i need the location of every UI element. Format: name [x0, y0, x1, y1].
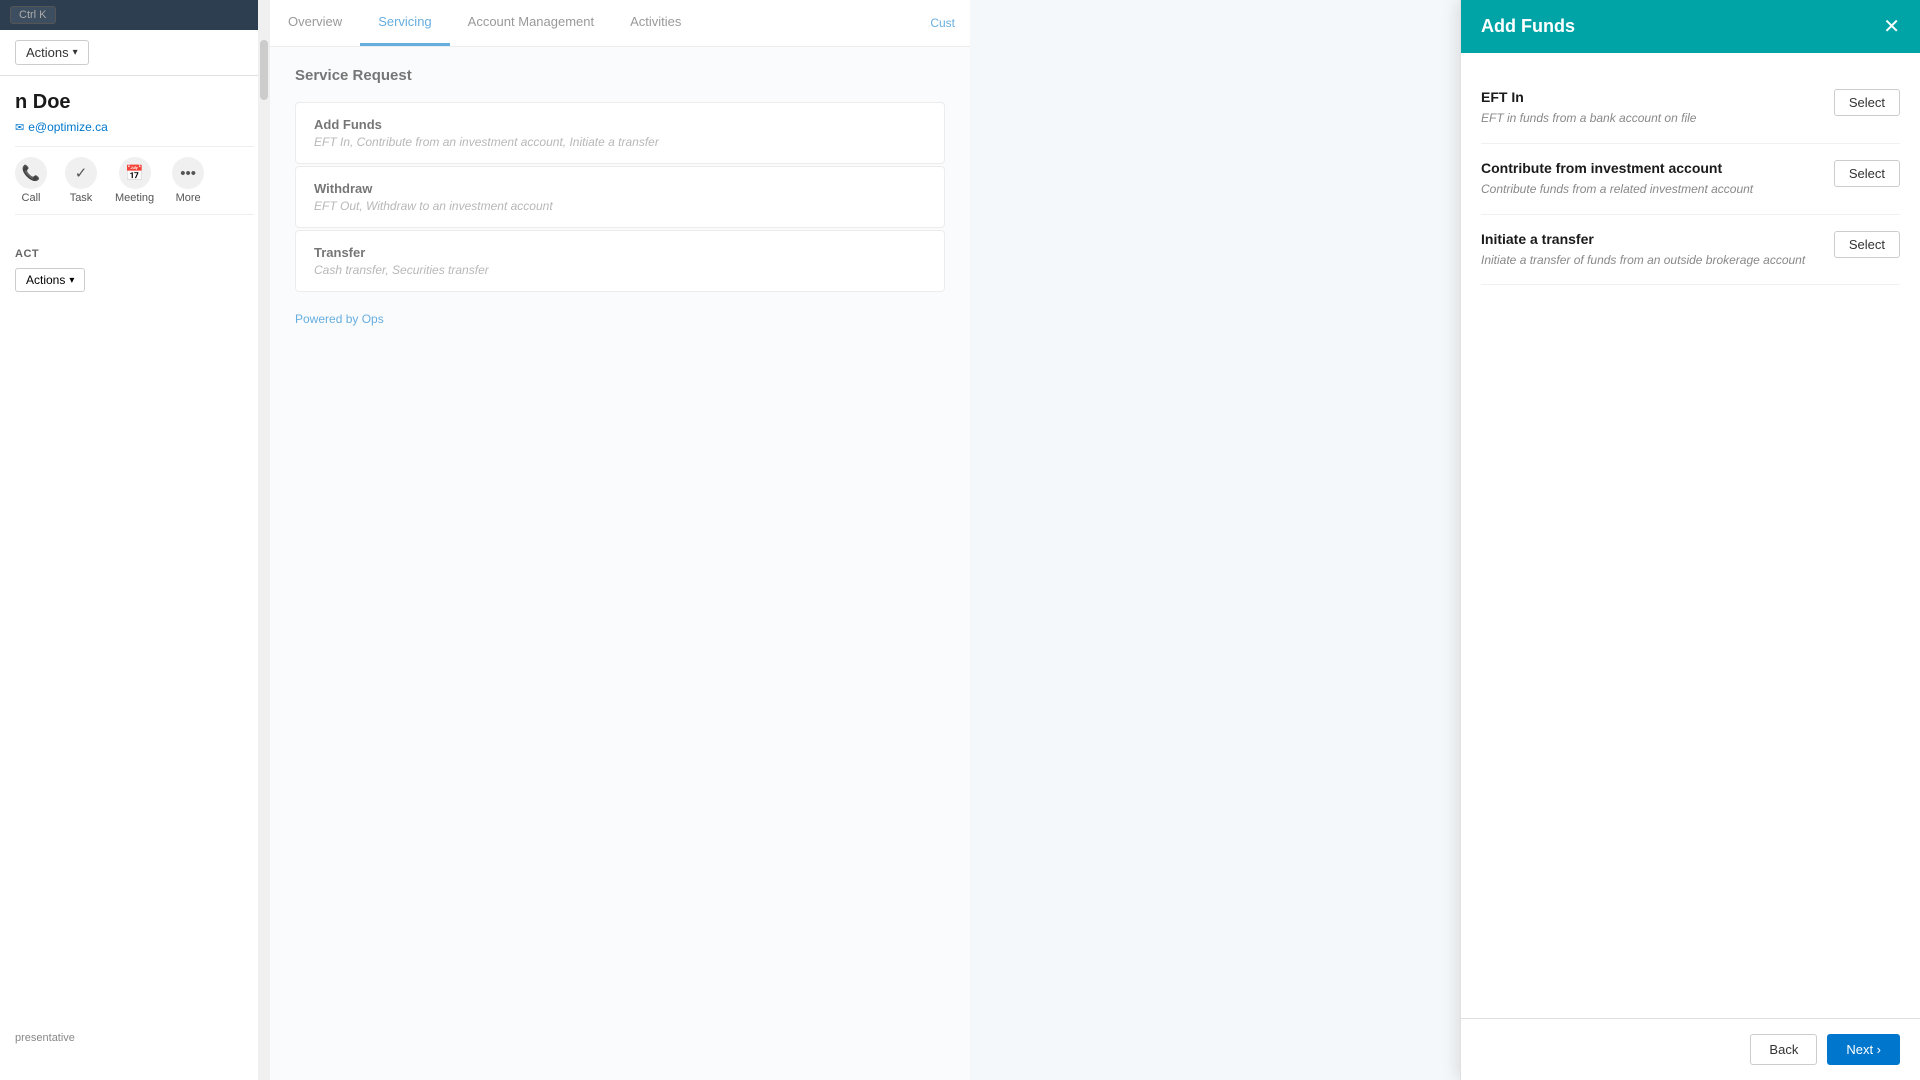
- add-funds-panel: Add Funds ✕ EFT In EFT in funds from a b…: [1460, 0, 1920, 1080]
- actions-row: Actions: [0, 264, 269, 296]
- task-icon: ✓: [65, 157, 97, 189]
- initiate-transfer-select-button[interactable]: Select: [1834, 231, 1900, 258]
- eft-in-info: EFT In EFT in funds from a bank account …: [1481, 89, 1819, 127]
- meeting-action[interactable]: 📅 Meeting: [115, 157, 154, 204]
- add-funds-card[interactable]: Add Funds EFT In, Contribute from an inv…: [295, 102, 945, 164]
- meeting-icon: 📅: [119, 157, 151, 189]
- more-label: More: [176, 192, 201, 204]
- back-button[interactable]: Back: [1750, 1034, 1817, 1065]
- next-button[interactable]: Next ›: [1827, 1034, 1900, 1065]
- contribute-option: Contribute from investment account Contr…: [1481, 144, 1900, 215]
- more-icon: •••: [172, 157, 204, 189]
- contribute-desc: Contribute funds from a related investme…: [1481, 181, 1819, 198]
- transfer-desc: Cash transfer, Securities transfer: [314, 263, 926, 277]
- call-label: Call: [22, 192, 41, 204]
- transfer-card[interactable]: Transfer Cash transfer, Securities trans…: [295, 230, 945, 292]
- initiate-transfer-desc: Initiate a transfer of funds from an out…: [1481, 252, 1819, 269]
- transfer-title: Transfer: [314, 245, 926, 260]
- add-funds-panel-title: Add Funds: [1481, 16, 1575, 37]
- service-request-title: Service Request: [295, 67, 945, 84]
- close-button[interactable]: ✕: [1883, 17, 1900, 37]
- email-icon: ✉: [15, 121, 24, 134]
- more-action[interactable]: ••• More: [172, 157, 204, 204]
- add-funds-panel-footer: Back Next ›: [1461, 1018, 1920, 1080]
- main-content: Overview Servicing Account Management Ac…: [270, 0, 970, 1080]
- call-action[interactable]: 📞 Call: [15, 157, 47, 204]
- add-funds-panel-header: Add Funds ✕: [1461, 0, 1920, 53]
- actions-button[interactable]: Actions: [15, 40, 89, 65]
- add-funds-title: Add Funds: [314, 117, 926, 132]
- call-icon: 📞: [15, 157, 47, 189]
- tab-servicing[interactable]: Servicing: [360, 0, 449, 46]
- task-action[interactable]: ✓ Task: [65, 157, 97, 204]
- actions-dropdown-button[interactable]: Actions: [15, 268, 85, 292]
- sidebar: Ctrl K Actions n Doe ✉ e@optimize.ca 📞 C…: [0, 0, 270, 1080]
- add-funds-desc: EFT In, Contribute from an investment ac…: [314, 135, 926, 149]
- main-header: Overview Servicing Account Management Ac…: [270, 0, 970, 47]
- add-funds-panel-body: EFT In EFT in funds from a bank account …: [1461, 53, 1920, 1018]
- contribute-info: Contribute from investment account Contr…: [1481, 160, 1819, 198]
- ctrl-k-badge: Ctrl K: [10, 6, 56, 24]
- withdraw-card[interactable]: Withdraw EFT Out, Withdraw to an investm…: [295, 166, 945, 228]
- tabs-row: Overview Servicing Account Management Ac…: [270, 0, 699, 46]
- tab-overview[interactable]: Overview: [270, 0, 360, 46]
- tab-activities[interactable]: Activities: [612, 0, 699, 46]
- contact-email: ✉ e@optimize.ca: [15, 120, 254, 134]
- powered-by: Powered by Ops: [295, 312, 945, 326]
- contribute-title: Contribute from investment account: [1481, 160, 1819, 176]
- initiate-transfer-option: Initiate a transfer Initiate a transfer …: [1481, 215, 1900, 286]
- top-bar: Ctrl K: [0, 0, 269, 30]
- scrollbar-thumb: [260, 40, 268, 100]
- sidebar-bottom-text: presentative: [0, 1026, 269, 1050]
- initiate-transfer-title: Initiate a transfer: [1481, 231, 1819, 247]
- initiate-transfer-info: Initiate a transfer Initiate a transfer …: [1481, 231, 1819, 269]
- eft-in-option: EFT In EFT in funds from a bank account …: [1481, 73, 1900, 144]
- contact-actions: 📞 Call ✓ Task 📅 Meeting ••• More: [15, 146, 254, 215]
- eft-in-select-button[interactable]: Select: [1834, 89, 1900, 116]
- meeting-label: Meeting: [115, 192, 154, 204]
- eft-in-title: EFT In: [1481, 89, 1819, 105]
- actions-bar: Actions: [0, 30, 269, 76]
- tab-account-management[interactable]: Account Management: [450, 0, 612, 46]
- contribute-select-button[interactable]: Select: [1834, 160, 1900, 187]
- main-body: Service Request Add Funds EFT In, Contri…: [270, 47, 970, 346]
- withdraw-title: Withdraw: [314, 181, 926, 196]
- section-label: act: [0, 240, 269, 264]
- task-label: Task: [70, 192, 93, 204]
- withdraw-desc: EFT Out, Withdraw to an investment accou…: [314, 199, 926, 213]
- scrollbar[interactable]: [258, 0, 270, 1080]
- contact-info: n Doe ✉ e@optimize.ca 📞 Call ✓ Task 📅 Me…: [0, 76, 269, 240]
- eft-in-desc: EFT in funds from a bank account on file: [1481, 110, 1819, 127]
- cust-link[interactable]: Cust: [930, 16, 955, 30]
- contact-name: n Doe: [15, 91, 254, 114]
